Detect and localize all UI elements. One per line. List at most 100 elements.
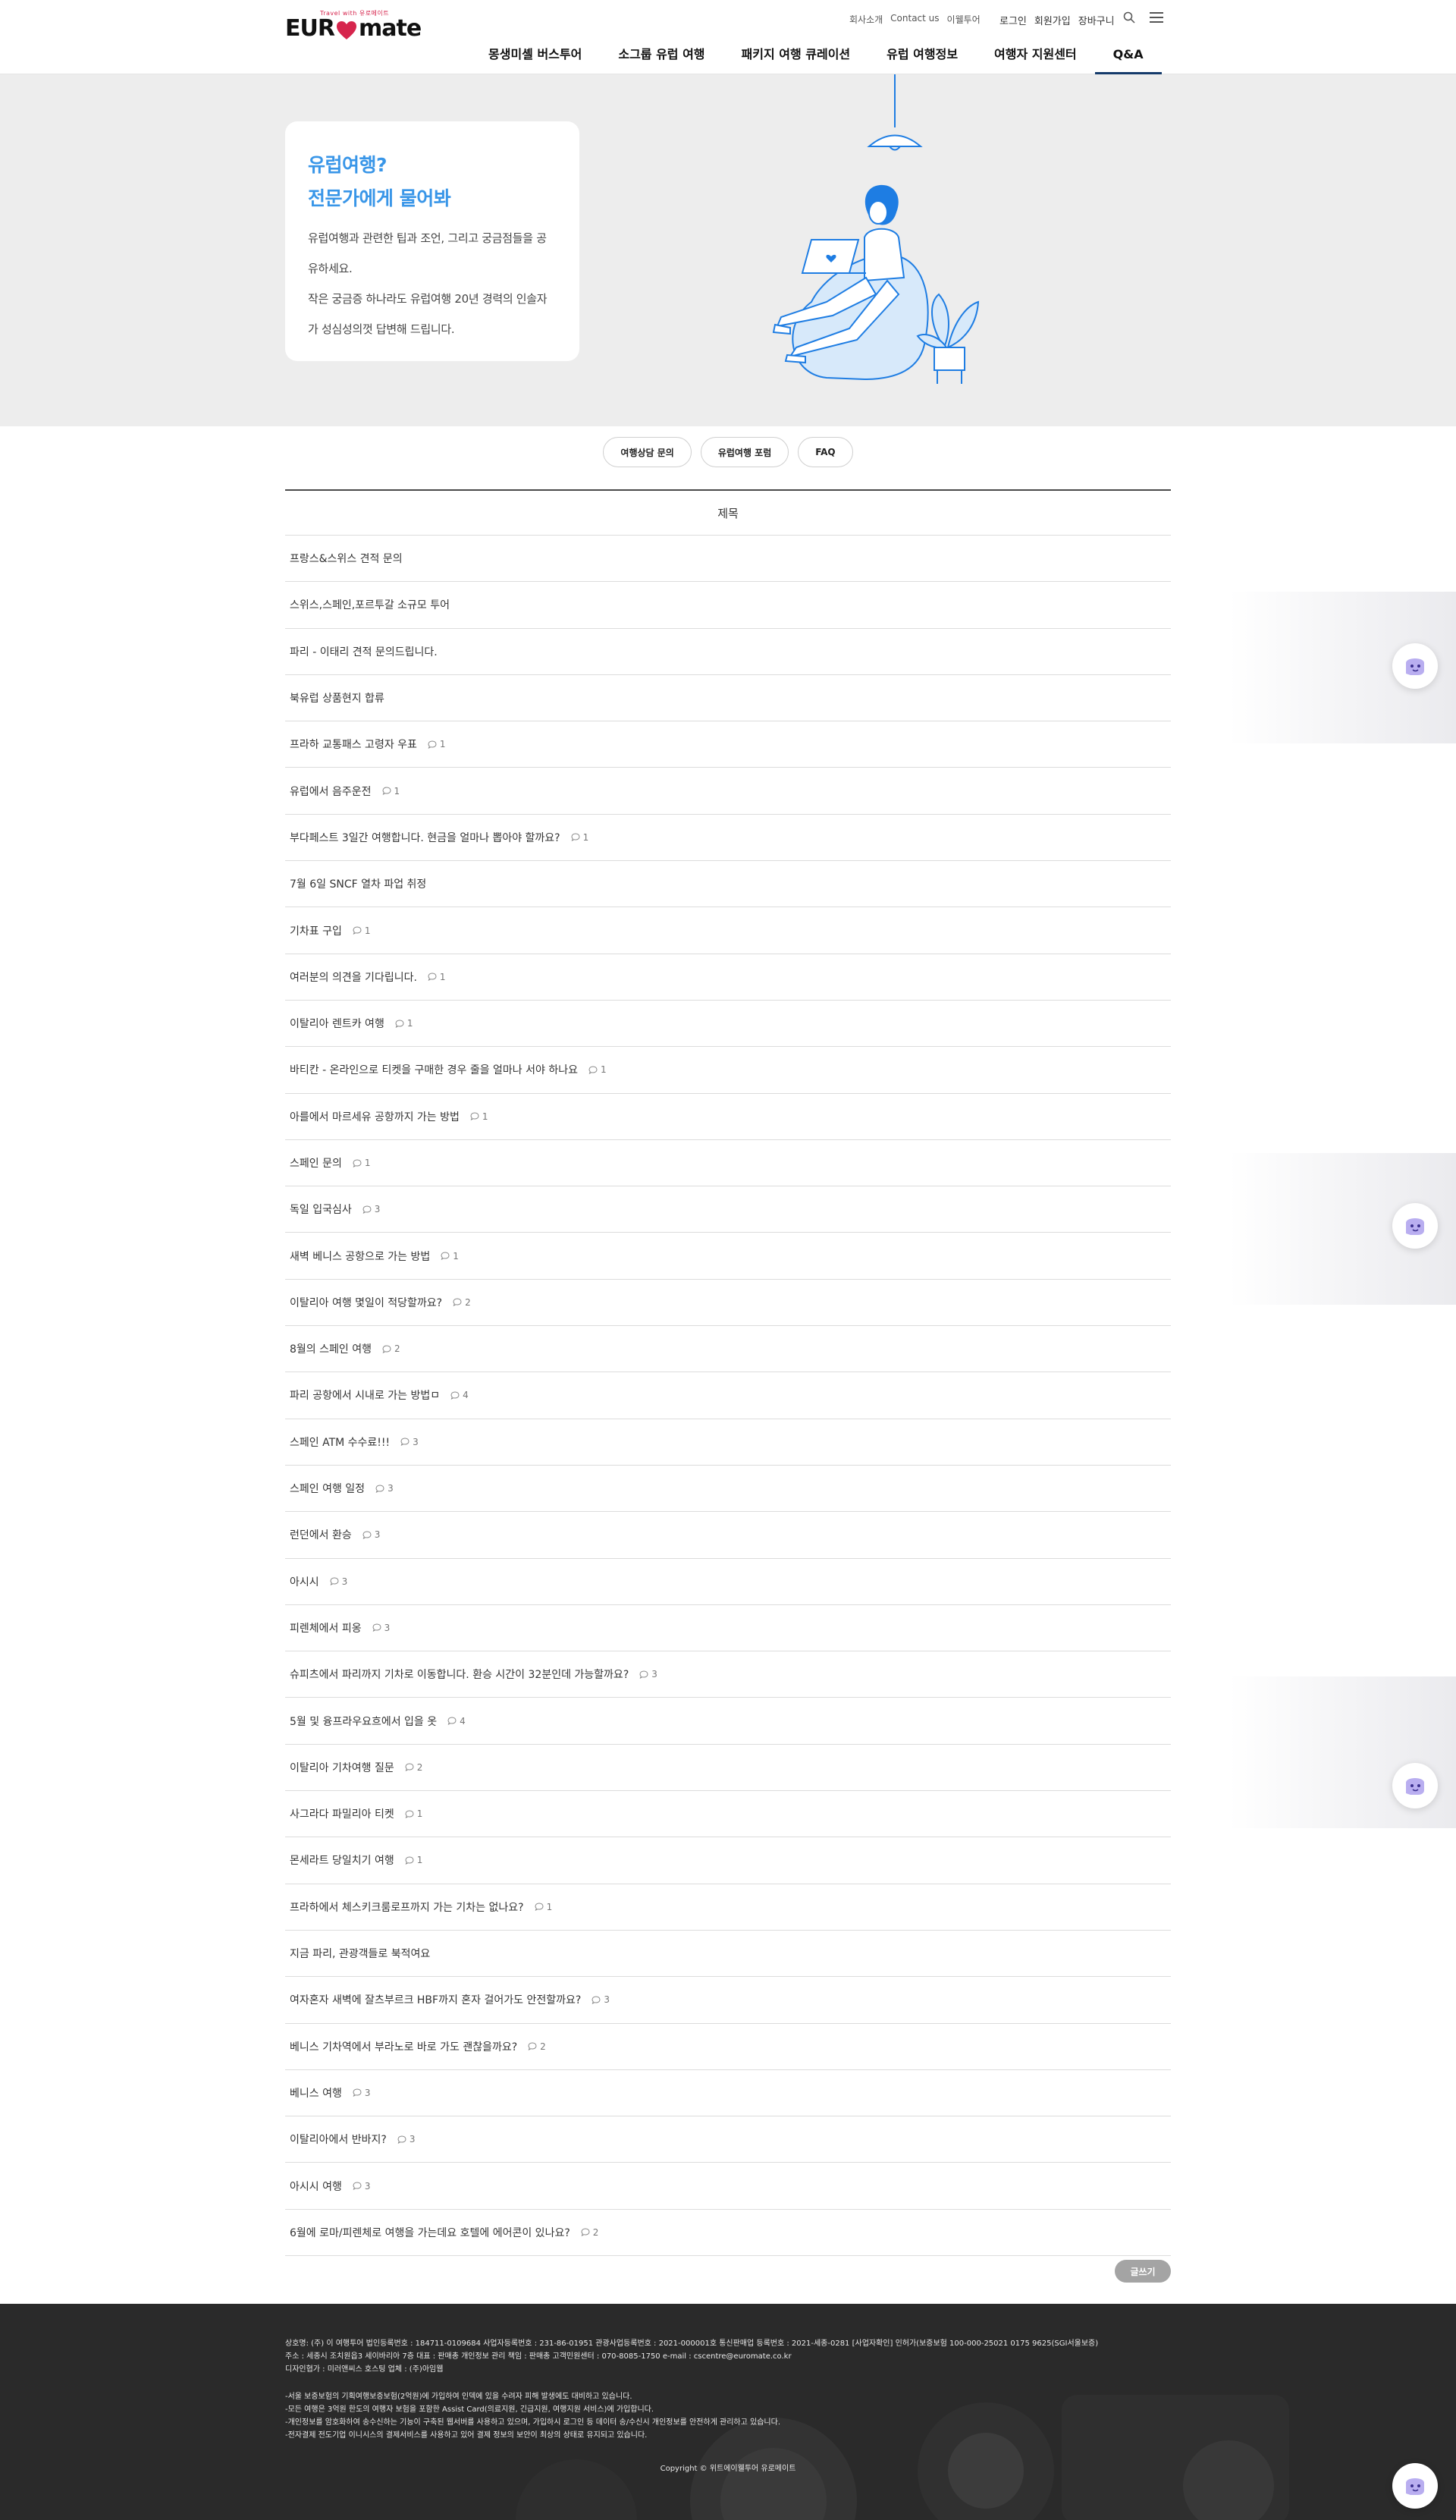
tab-faq[interactable]: FAQ	[798, 437, 853, 467]
table-row[interactable]: 사그라다 파밀리아 티켓 1	[285, 1791, 1171, 1838]
post-title[interactable]: 스페인 문의	[290, 1155, 342, 1170]
table-row[interactable]: 이탈리아 여행 몇일이 적당할까요? 2	[285, 1280, 1171, 1327]
post-title[interactable]: 8월의 스페인 여행	[290, 1341, 372, 1356]
logo-text-right: mate	[358, 15, 422, 42]
post-title[interactable]: 기차표 구입	[290, 923, 342, 938]
nav-package-curation[interactable]: 패키지 여행 큐레이션	[723, 44, 869, 74]
post-title[interactable]: 아시시	[290, 1574, 319, 1589]
table-row[interactable]: 8월의 스페인 여행 2	[285, 1326, 1171, 1373]
post-title[interactable]: 이탈리아 여행 몇일이 적당할까요?	[290, 1295, 442, 1310]
post-title[interactable]: 독일 입국심사	[290, 1202, 352, 1217]
table-row[interactable]: 지금 파리, 관광객들로 북적여요	[285, 1931, 1171, 1978]
post-title[interactable]: 베니스 기차역에서 부라노로 바로 가도 괜찮을까요?	[290, 2039, 517, 2054]
table-row[interactable]: 아를에서 마르세유 공항까지 가는 방법 1	[285, 1094, 1171, 1140]
comment-icon	[528, 2042, 537, 2051]
util-link-ewelltour[interactable]: 이웰투어	[947, 13, 981, 26]
post-title[interactable]: 북유럽 상품현지 합류	[290, 690, 384, 705]
util-link-company[interactable]: 회사소개	[849, 13, 883, 26]
site-logo[interactable]: Travel with 유로메이트 EUR mate	[285, 10, 422, 42]
post-title[interactable]: 이탈리아 기차여행 질문	[290, 1760, 394, 1775]
table-row[interactable]: 베니스 여행 3	[285, 2070, 1171, 2117]
post-title[interactable]: 아시시 여행	[290, 2179, 342, 2194]
menu-icon[interactable]	[1148, 9, 1165, 26]
table-row[interactable]: 5월 및 융프라우요흐에서 입을 옷 4	[285, 1698, 1171, 1745]
table-row[interactable]: 스페인 ATM 수수료!!! 3	[285, 1419, 1171, 1466]
table-row[interactable]: 여러분의 의견을 기다립니다. 1	[285, 954, 1171, 1001]
post-title[interactable]: 유럽에서 음주운전	[290, 784, 372, 799]
table-row[interactable]: 몬세라트 당일치기 여행 1	[285, 1837, 1171, 1884]
table-row[interactable]: 아시시 여행 3	[285, 2163, 1171, 2210]
post-title[interactable]: 베니스 여행	[290, 2085, 342, 2101]
table-row[interactable]: 베니스 기차역에서 부라노로 바로 가도 괜찮을까요? 2	[285, 2024, 1171, 2070]
post-title[interactable]: 프라하에서 체스키크룸로프까지 가는 기차는 없나요?	[290, 1899, 524, 1915]
post-title[interactable]: 6월에 로마/피렌체로 여행을 가는데요 호텔에 에어콘이 있나요?	[290, 2225, 570, 2240]
table-row[interactable]: 이탈리아 기차여행 질문 2	[285, 1745, 1171, 1792]
table-row[interactable]: 스위스,스페인,포르투갈 소규모 투어	[285, 582, 1171, 629]
post-title[interactable]: 새벽 베니스 공항으로 가는 방법	[290, 1249, 430, 1264]
post-title[interactable]: 7월 6일 SNCF 열차 파업 취정	[290, 876, 426, 891]
post-title[interactable]: 프랑스&스위스 견적 문의	[290, 551, 403, 566]
search-icon[interactable]	[1121, 9, 1138, 26]
table-row[interactable]: 아시시 3	[285, 1559, 1171, 1605]
table-row[interactable]: 피렌체에서 피옹 3	[285, 1605, 1171, 1652]
nav-travel-info[interactable]: 유럽 여행정보	[868, 44, 976, 74]
table-row[interactable]: 바티칸 - 온라인으로 티켓을 구매한 경우 줄을 얼마나 서야 하나요 1	[285, 1047, 1171, 1094]
post-title[interactable]: 사그라다 파밀리아 티켓	[290, 1806, 394, 1821]
post-title[interactable]: 파리 - 이태리 견적 문의드립니다.	[290, 644, 438, 659]
table-row[interactable]: 스페인 여행 일정 3	[285, 1466, 1171, 1513]
cart-link[interactable]: 장바구니	[1078, 13, 1115, 27]
util-link-contact[interactable]: Contact us	[890, 13, 939, 26]
table-row[interactable]: 부다페스트 3일간 여행합니다. 현금을 얼마나 뽑아야 할까요? 1	[285, 815, 1171, 862]
table-row[interactable]: 파리 공항에서 시내로 가는 방법ㅁ 4	[285, 1372, 1171, 1419]
post-title[interactable]: 런던에서 환승	[290, 1527, 352, 1542]
nav-small-group[interactable]: 소그룹 유럽 여행	[600, 44, 723, 74]
table-row[interactable]: 기차표 구입 1	[285, 907, 1171, 954]
post-title[interactable]: 피렌체에서 피옹	[290, 1620, 362, 1635]
table-row[interactable]: 프랑스&스위스 견적 문의	[285, 536, 1171, 583]
post-title[interactable]: 이탈리아 렌트카 여행	[290, 1016, 384, 1031]
table-row[interactable]: 슈피츠에서 파리까지 기차로 이동합니다. 환승 시간이 32분인데 가능할까요…	[285, 1651, 1171, 1698]
post-title[interactable]: 파리 공항에서 시내로 가는 방법ㅁ	[290, 1387, 440, 1403]
post-title[interactable]: 아를에서 마르세유 공항까지 가는 방법	[290, 1109, 460, 1124]
chatbot-button[interactable]	[1392, 643, 1438, 689]
nav-mont-saint-michel[interactable]: 몽생미셸 버스투어	[470, 44, 600, 74]
post-title[interactable]: 스페인 여행 일정	[290, 1481, 365, 1496]
table-row[interactable]: 여자혼자 새벽에 잘츠부르크 HBF까지 혼자 걸어가도 안전할까요? 3	[285, 1977, 1171, 2024]
chatbot-button[interactable]	[1392, 1203, 1438, 1249]
post-title[interactable]: 여자혼자 새벽에 잘츠부르크 HBF까지 혼자 걸어가도 안전할까요?	[290, 1992, 581, 2007]
chatbot-button[interactable]	[1392, 1763, 1438, 1808]
tab-travel-consult[interactable]: 여행상담 문의	[603, 437, 692, 467]
post-title[interactable]: 이탈리아에서 반바지?	[290, 2132, 387, 2147]
table-row[interactable]: 6월에 로마/피렌체로 여행을 가는데요 호텔에 에어콘이 있나요? 2	[285, 2210, 1171, 2256]
signup-link[interactable]: 회원가입	[1034, 13, 1071, 27]
nav-support-center[interactable]: 여행자 지원센터	[976, 44, 1095, 74]
table-row[interactable]: 스페인 문의 1	[285, 1140, 1171, 1187]
footer-notice: -전자결제 전도기업 이니시스의 결제서비스를 사용하고 있어 결제 정보의 보…	[285, 2431, 648, 2440]
table-row[interactable]: 이탈리아에서 반바지? 3	[285, 2116, 1171, 2163]
post-title[interactable]: 스위스,스페인,포르투갈 소규모 투어	[290, 597, 450, 612]
post-title[interactable]: 부다페스트 3일간 여행합니다. 현금을 얼마나 뽑아야 할까요?	[290, 830, 560, 845]
table-row[interactable]: 프라하에서 체스키크룸로프까지 가는 기차는 없나요? 1	[285, 1884, 1171, 1931]
table-row[interactable]: 런던에서 환승 3	[285, 1512, 1171, 1559]
table-row[interactable]: 파리 - 이태리 견적 문의드립니다.	[285, 629, 1171, 675]
post-title[interactable]: 5월 및 융프라우요흐에서 입을 옷	[290, 1714, 437, 1729]
chatbot-button[interactable]	[1392, 2463, 1438, 2509]
nav-qna[interactable]: Q&A	[1094, 44, 1162, 74]
table-row[interactable]: 독일 입국심사 3	[285, 1186, 1171, 1233]
table-row[interactable]: 새벽 베니스 공항으로 가는 방법 1	[285, 1233, 1171, 1280]
post-title[interactable]: 프라하 교통패스 고령자 우표	[290, 737, 417, 752]
tab-europe-forum[interactable]: 유럽여행 포럼	[700, 437, 789, 467]
login-link[interactable]: 로그인	[999, 13, 1027, 27]
post-title[interactable]: 스페인 ATM 수수료!!!	[290, 1434, 390, 1450]
table-row[interactable]: 유럽에서 음주운전 1	[285, 768, 1171, 815]
table-row[interactable]: 프라하 교통패스 고령자 우표 1	[285, 721, 1171, 768]
table-row[interactable]: 북유럽 상품현지 합류	[285, 675, 1171, 722]
post-title[interactable]: 여러분의 의견을 기다립니다.	[290, 969, 417, 985]
post-title[interactable]: 바티칸 - 온라인으로 티켓을 구매한 경우 줄을 얼마나 서야 하나요	[290, 1062, 578, 1077]
table-row[interactable]: 7월 6일 SNCF 열차 파업 취정	[285, 861, 1171, 908]
post-title[interactable]: 지금 파리, 관광객들로 북적여요	[290, 1946, 430, 1961]
write-button[interactable]: 글쓰기	[1115, 2260, 1171, 2283]
post-title[interactable]: 몬세라트 당일치기 여행	[290, 1852, 394, 1868]
post-title[interactable]: 슈피츠에서 파리까지 기차로 이동합니다. 환승 시간이 32분인데 가능할까요…	[290, 1667, 629, 1682]
table-row[interactable]: 이탈리아 렌트카 여행 1	[285, 1001, 1171, 1048]
